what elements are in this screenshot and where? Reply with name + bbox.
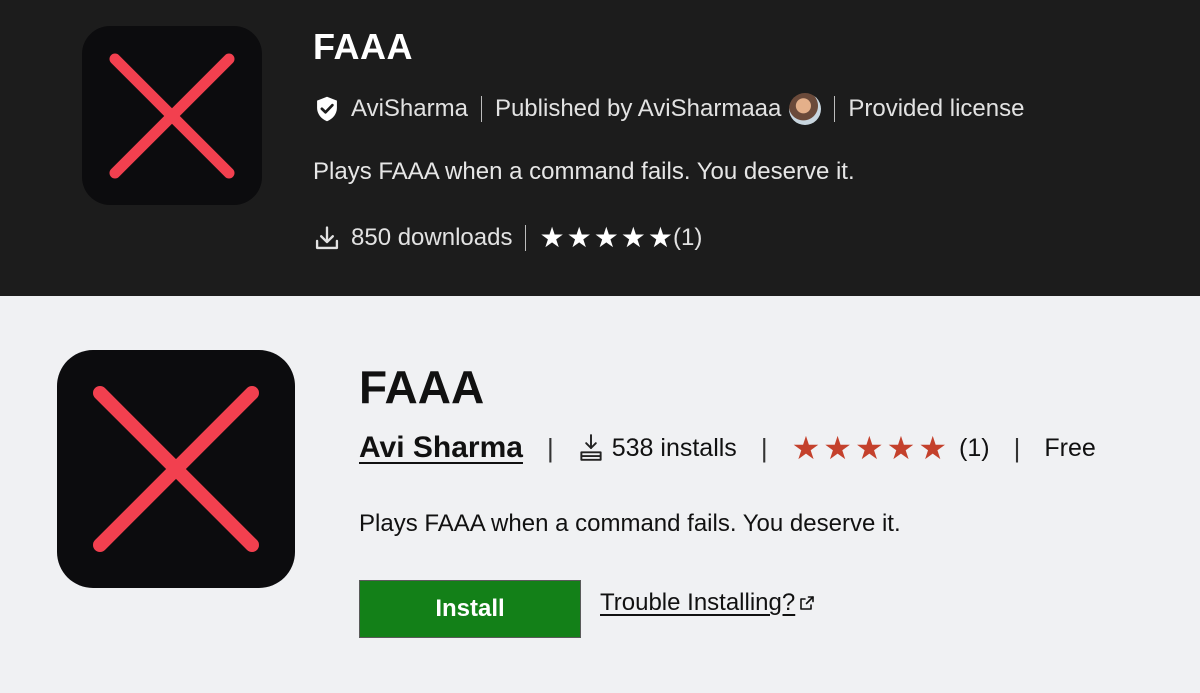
- install-icon: [578, 433, 604, 463]
- divider: [525, 225, 527, 251]
- star-icon: ★: [791, 430, 821, 466]
- published-by[interactable]: Published by AviSharmaaa: [495, 95, 781, 123]
- cross-icon: [93, 386, 259, 552]
- rating-count[interactable]: (1): [959, 434, 990, 463]
- trouble-installing-link[interactable]: Trouble Installing?: [600, 589, 815, 617]
- install-button[interactable]: Install: [359, 580, 581, 638]
- divider: [834, 96, 836, 122]
- download-icon: [313, 224, 341, 252]
- install-count: 538 installs: [611, 433, 737, 462]
- star-icon: ★: [647, 222, 674, 253]
- extension-title: FAAA: [313, 26, 413, 67]
- star-icon: ★: [593, 222, 619, 253]
- download-count: 850 downloads: [351, 224, 513, 251]
- trouble-installing-label: Trouble Installing?: [600, 589, 796, 616]
- rating-count[interactable]: (1): [673, 224, 702, 252]
- extension-description: Plays FAAA when a command fails. You des…: [313, 158, 855, 185]
- star-icon: ★: [566, 222, 592, 253]
- star-icon: ★: [539, 222, 565, 253]
- avatar: [789, 93, 822, 125]
- star-icon: ★: [918, 430, 948, 466]
- divider: |: [1013, 432, 1021, 463]
- extension-logo: [57, 350, 295, 588]
- price-label: Free: [1044, 433, 1096, 462]
- extension-logo: [82, 26, 262, 205]
- stats-row: 850 downloads ★ ★ ★ ★ ★ (1): [313, 222, 702, 254]
- star-icon: ★: [886, 430, 916, 466]
- publisher-row: AviSharma Published by AviSharmaaa Provi…: [313, 92, 1024, 126]
- publisher-row: Avi Sharma | 538 installs | ★ ★ ★ ★ ★ (1…: [359, 428, 1096, 468]
- star-icon: ★: [620, 222, 646, 253]
- cross-icon: [109, 53, 235, 178]
- rating-stars[interactable]: ★ ★ ★ ★ ★: [539, 224, 673, 252]
- divider: |: [760, 432, 768, 463]
- license-link[interactable]: Provided license: [848, 95, 1024, 123]
- shield-check-icon: [313, 95, 341, 123]
- publisher-link[interactable]: Avi Sharma: [359, 431, 523, 465]
- divider: [480, 96, 482, 122]
- external-link-icon: [799, 595, 815, 611]
- extension-description: Plays FAAA when a command fails. You des…: [359, 510, 901, 537]
- extension-header-dark: FAAA AviSharma Published by AviSharmaaa …: [0, 0, 1200, 296]
- rating-stars[interactable]: ★ ★ ★ ★ ★: [792, 432, 947, 464]
- star-icon: ★: [823, 430, 852, 466]
- extension-title: FAAA: [359, 361, 485, 413]
- publisher-name[interactable]: AviSharma: [351, 95, 468, 123]
- star-icon: ★: [854, 430, 884, 466]
- divider: |: [546, 432, 554, 463]
